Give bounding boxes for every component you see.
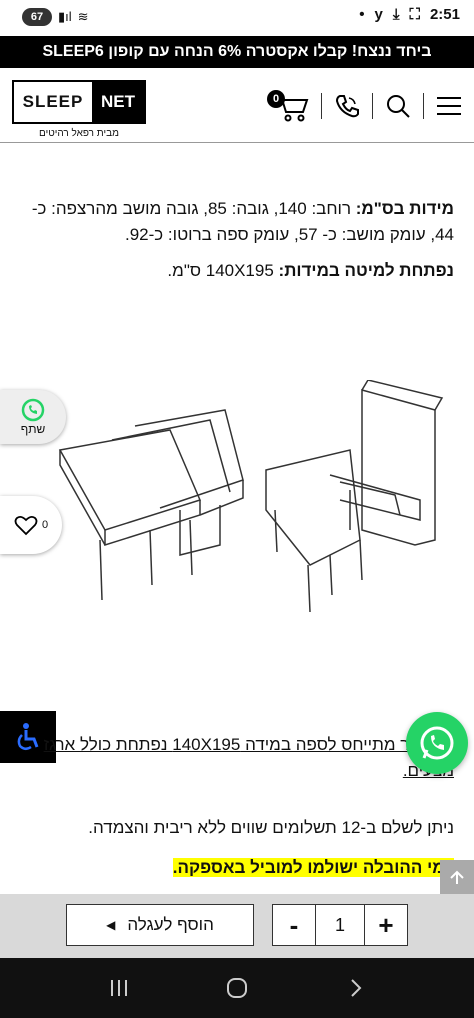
heart-icon	[14, 515, 38, 536]
dimensions-label: מידות בס"מ:	[355, 199, 454, 218]
bed-size-text: 140X195 ס"מ.	[167, 261, 279, 280]
notification-dot-icon: •	[359, 6, 365, 23]
cart-count-badge: 0	[267, 90, 285, 108]
bed-size-label: נפתחת למיטה במידות:	[278, 261, 454, 280]
site-logo[interactable]: SLEEP NET	[12, 80, 146, 124]
quantity-stepper: - 1 +	[272, 904, 408, 946]
whatsapp-icon	[420, 726, 454, 760]
bed-size-paragraph: נפתחת למיטה במידות: 140X195 ס"מ.	[20, 258, 454, 284]
site-header: SLEEP NET מבית רפאל רהיטים 0	[0, 68, 474, 143]
android-nav-bar	[0, 958, 474, 1018]
increase-quantity-button[interactable]: +	[365, 905, 407, 945]
wifi-icon: ≋	[77, 9, 89, 24]
share-label: שתף	[20, 422, 46, 436]
product-description: מידות בס"מ: רוחב: 140, גובה: 85, גובה מו…	[20, 196, 454, 294]
phone-icon[interactable]	[334, 93, 360, 119]
purchase-bar: הוסף לעגלה ◀ - 1 +	[0, 894, 474, 958]
add-to-cart-label: הוסף לעגלה	[127, 915, 214, 934]
like-button[interactable]: 0	[0, 496, 62, 554]
divider	[321, 93, 322, 119]
logo-net-text: NET	[92, 82, 144, 122]
divider	[423, 93, 424, 119]
share-whatsapp-button[interactable]: שתף	[0, 390, 66, 444]
add-to-cart-button[interactable]: הוסף לעגלה ◀	[66, 904, 254, 946]
whatsapp-chat-button[interactable]	[406, 712, 468, 774]
divider	[372, 93, 373, 119]
promo-banner[interactable]: ביחד ננצח! קבלו אקסטרה 6% הנחה עם קופון …	[0, 36, 474, 68]
arrow-up-icon	[450, 870, 464, 884]
yandex-icon: y	[374, 6, 383, 23]
logo-sleep-text: SLEEP	[22, 92, 84, 111]
download-icon: ⤓	[392, 6, 400, 23]
decrease-quantity-button[interactable]: -	[273, 905, 315, 945]
menu-icon[interactable]	[436, 95, 462, 117]
battery-indicator: 67	[22, 8, 52, 26]
delivery-text: דמי ההובלה ישולמו למוביל באספקה.	[172, 858, 454, 877]
clock-time: 2:51	[429, 6, 460, 23]
recent-apps-icon[interactable]	[108, 977, 130, 999]
caret-left-icon: ◀	[106, 918, 116, 932]
signal-icon: ▮ıl	[58, 9, 72, 24]
installments-text: ניתן לשלם ב-12 תשלומים שווים ללא ריבית ו…	[88, 818, 454, 837]
screenshot-icon: ⛶	[409, 6, 420, 23]
size-note: *המחיר מתייחס לספה במידה 140X195 נפתחת כ…	[43, 735, 454, 780]
dimensions-paragraph: מידות בס"מ: רוחב: 140, גובה: 85, גובה מו…	[20, 196, 454, 248]
cart-button[interactable]: 0	[267, 90, 309, 122]
logo-subtitle: מבית רפאל רהיטים	[39, 128, 119, 139]
status-bar: 67 ▮ıl ≋ • y ⤓ ⛶ 2:51	[0, 0, 474, 36]
like-count: 0	[41, 519, 49, 531]
scroll-top-button[interactable]	[440, 860, 474, 894]
search-icon[interactable]	[385, 93, 411, 119]
back-icon[interactable]	[344, 977, 366, 999]
sofa-bed-illustration	[58, 380, 444, 613]
whatsapp-icon	[21, 398, 45, 422]
quantity-value[interactable]: 1	[315, 905, 365, 945]
home-icon[interactable]	[225, 976, 249, 1000]
delivery-note: דמי ההובלה ישולמו למוביל באספקה.	[20, 858, 454, 878]
